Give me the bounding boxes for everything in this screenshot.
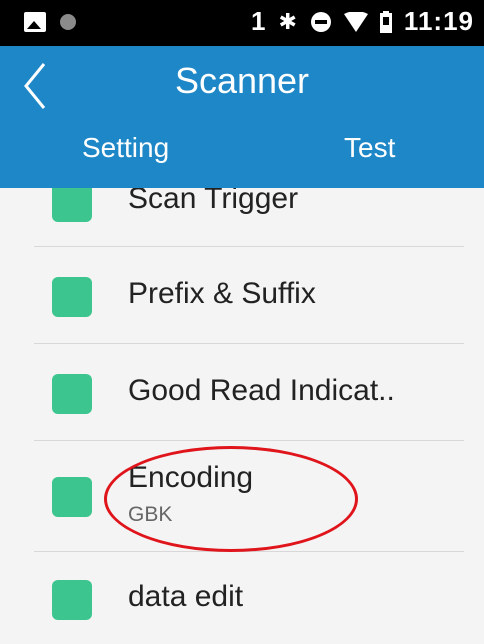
bluetooth-icon: ✱ <box>278 8 298 34</box>
dot-icon <box>60 14 76 30</box>
good-read-icon <box>52 374 92 414</box>
tab-test[interactable]: Test <box>344 132 395 164</box>
list-item-label: Prefix & Suffix <box>128 277 316 310</box>
dnd-icon <box>310 11 331 32</box>
list-item-data-edit[interactable]: data edit <box>0 552 484 644</box>
list-item-label: Good Read Indicat.. <box>128 374 395 407</box>
list-item-scan-trigger[interactable]: Scan Trigger <box>0 188 484 246</box>
list-item-label: Scan Trigger <box>128 188 299 215</box>
image-icon <box>24 12 46 32</box>
list-item-prefix-suffix[interactable]: Prefix & Suffix <box>0 247 484 343</box>
page-title: Scanner <box>174 60 310 101</box>
battery-icon <box>379 10 392 33</box>
status-time: 11:19 <box>403 6 474 36</box>
list-item-encoding[interactable]: Encoding GBK <box>0 441 484 551</box>
sim-slot-number: 1 <box>251 6 267 36</box>
list-item-label: Encoding <box>128 461 254 494</box>
wifi-icon <box>343 11 368 32</box>
list-item-label: data edit <box>128 580 244 613</box>
app-header: Scanner Setting Test <box>0 46 484 188</box>
settings-list: Scan Trigger Prefix & Suffix Good Read I… <box>0 188 484 644</box>
list-item-good-read-indicator[interactable]: Good Read Indicat.. <box>0 344 484 440</box>
barcode-icon <box>52 477 92 517</box>
prefix-suffix-icon <box>52 277 92 317</box>
tab-setting[interactable]: Setting <box>82 132 169 164</box>
status-bar: 1 ✱ 11:19 <box>0 0 484 46</box>
scan-trigger-icon <box>52 188 92 222</box>
data-edit-icon <box>52 580 92 620</box>
list-item-sublabel: GBK <box>128 503 173 526</box>
